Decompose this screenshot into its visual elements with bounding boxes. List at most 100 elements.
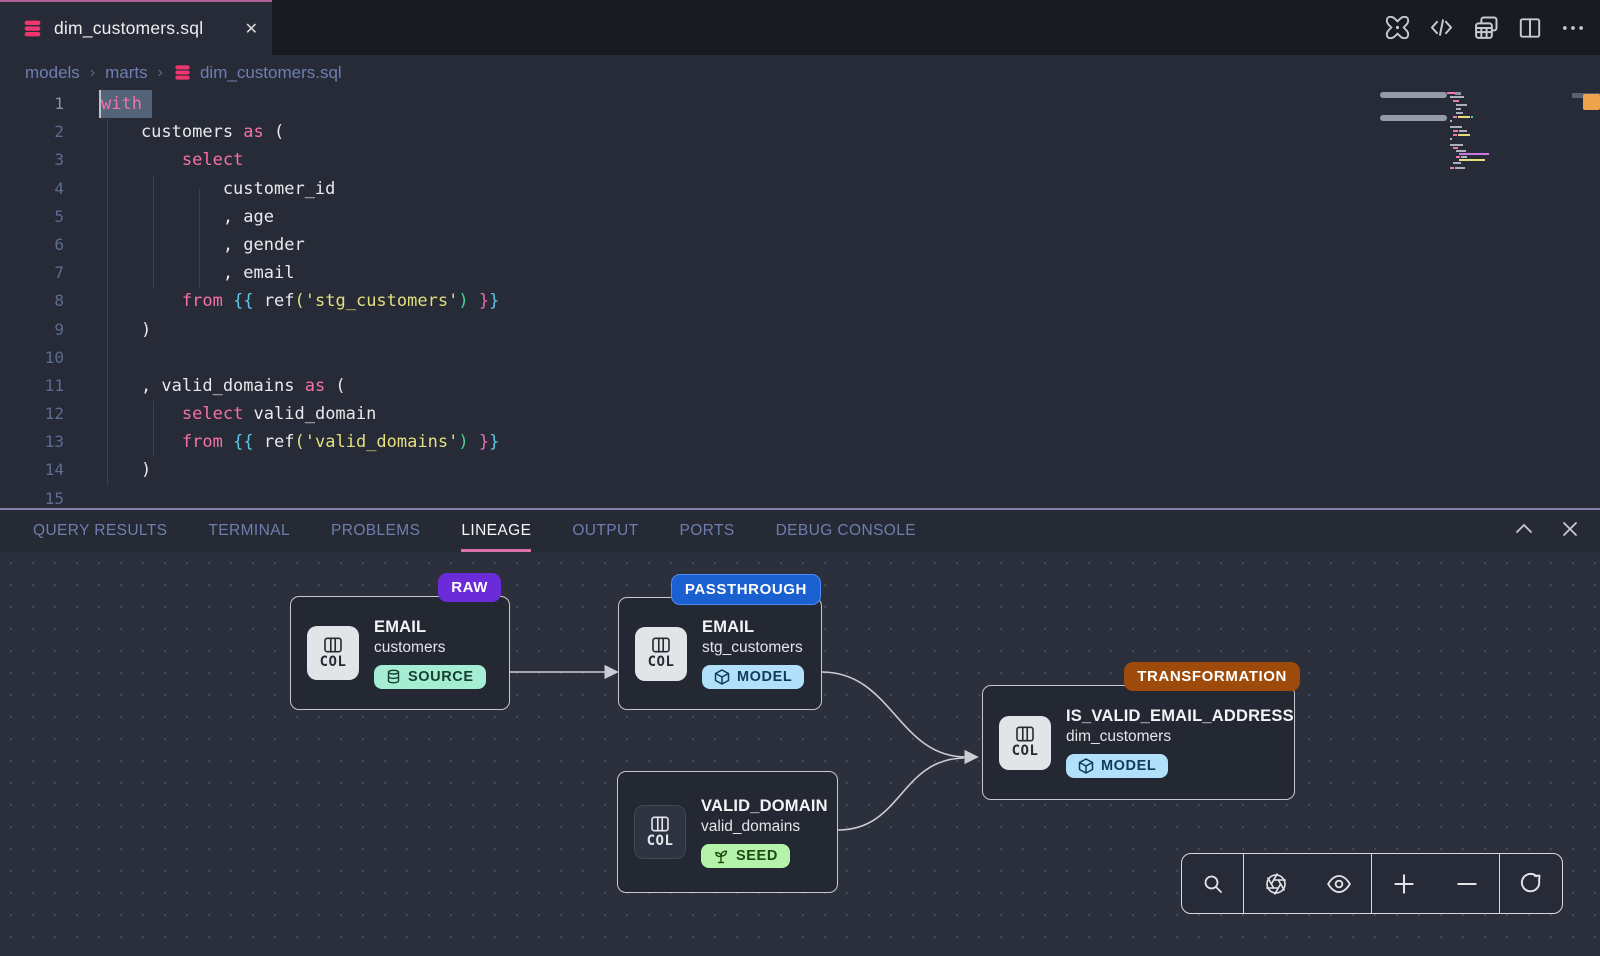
lineage-canvas[interactable]: RAW COL EMAIL customers SOURCE PASSTHROU… [0, 552, 1600, 956]
col-label: COL [648, 654, 675, 670]
node-title: EMAIL [702, 618, 804, 637]
search-icon [1201, 872, 1225, 896]
code-line: 13 from {{ ref('valid_domains') }} [0, 428, 1600, 456]
indent-guide [153, 175, 154, 288]
node-title: IS_VALID_EMAIL_ADDRESS [1066, 707, 1294, 726]
code-line: 1with [0, 90, 1600, 118]
lineage-node-stg-customers[interactable]: PASSTHROUGH COL EMAIL stg_customers MODE… [618, 597, 822, 710]
breadcrumb-file[interactable]: dim_customers.sql [173, 63, 342, 83]
code-line: 6 , gender [0, 231, 1600, 259]
node-title: EMAIL [374, 618, 486, 637]
column-chip: COL [999, 716, 1051, 770]
columns-icon [1015, 726, 1035, 742]
zoom-out-button[interactable] [1436, 854, 1500, 913]
lineage-badge-transformation: TRANSFORMATION [1124, 662, 1300, 691]
model-pill: MODEL [1066, 754, 1168, 778]
line-number: 5 [0, 203, 64, 231]
column-chip: COL [307, 626, 359, 680]
code-line: 14 ) [0, 456, 1600, 484]
database-icon [22, 18, 43, 39]
editor-actions [1384, 0, 1586, 55]
node-subtitle: stg_customers [702, 639, 804, 657]
dbt-logo-icon[interactable] [1384, 14, 1411, 41]
column-chip: COL [634, 805, 686, 859]
line-number: 9 [0, 316, 64, 344]
breadcrumb-file-label: dim_customers.sql [200, 63, 342, 83]
line-number: 12 [0, 400, 64, 428]
code-line: 15 [0, 485, 1600, 508]
code-line: 2 customers as ( [0, 118, 1600, 146]
col-label: COL [647, 833, 674, 849]
copy-table-icon[interactable] [1472, 14, 1500, 42]
node-title: VALID_DOMAIN [701, 797, 828, 816]
lineage-node-valid-domains[interactable]: COL VALID_DOMAIN valid_domains SEED [617, 771, 838, 893]
panel-tabs: QUERY RESULTS TERMINAL PROBLEMS LINEAGE OUTP… [33, 510, 916, 552]
breadcrumb-models[interactable]: models [25, 63, 80, 83]
seed-pill: SEED [701, 844, 790, 868]
code-line: 10 [0, 344, 1600, 372]
close-tab-icon[interactable]: ✕ [245, 19, 258, 39]
indent-guide [199, 189, 200, 288]
code-editor[interactable]: 1with2 customers as (3 select4 customer_… [0, 90, 1600, 508]
panel-tab-terminal[interactable]: TERMINAL [208, 510, 290, 552]
refresh-button[interactable] [1500, 854, 1562, 913]
pill-label: MODEL [1101, 758, 1156, 774]
breadcrumb-separator: › [158, 64, 163, 82]
model-pill: MODEL [702, 665, 804, 689]
columns-icon [651, 637, 671, 653]
minus-icon [1454, 871, 1480, 897]
line-number: 10 [0, 344, 64, 372]
tab-dim-customers-sql[interactable]: dim_customers.sql ✕ [0, 0, 272, 55]
close-icon[interactable] [1558, 517, 1582, 546]
indent-guide [107, 119, 108, 485]
column-chip: COL [635, 627, 687, 681]
aperture-button[interactable] [1244, 854, 1308, 913]
cube-icon [714, 669, 730, 685]
panel-tab-lineage[interactable]: LINEAGE [461, 510, 531, 552]
line-number: 6 [0, 231, 64, 259]
refresh-icon [1518, 871, 1544, 897]
minimap-decoration [1380, 92, 1447, 98]
breadcrumb: models › marts › dim_customers.sql [0, 55, 1600, 90]
line-number: 4 [0, 175, 64, 203]
line-number: 3 [0, 146, 64, 174]
code-icon[interactable] [1428, 14, 1455, 41]
line-number: 11 [0, 372, 64, 400]
panel-tab-problems[interactable]: PROBLEMS [331, 510, 420, 552]
panel-tab-debug-console[interactable]: DEBUG CONSOLE [776, 510, 916, 552]
lineage-node-customers[interactable]: RAW COL EMAIL customers SOURCE [290, 596, 510, 710]
panel-tab-output[interactable]: OUTPUT [572, 510, 638, 552]
plus-icon [1391, 871, 1417, 897]
line-number: 8 [0, 287, 64, 315]
line-number: 15 [0, 485, 64, 508]
scrollbar-selection-marker [1583, 94, 1600, 110]
tab-label: dim_customers.sql [54, 18, 203, 39]
lineage-badge-raw: RAW [438, 573, 501, 602]
breadcrumb-marts[interactable]: marts [105, 63, 148, 83]
panel-tab-query-results[interactable]: QUERY RESULTS [33, 510, 167, 552]
search-button[interactable] [1182, 854, 1243, 913]
lineage-node-dim-customers[interactable]: TRANSFORMATION COL IS_VALID_EMAIL_ADDRES… [982, 685, 1295, 800]
code-line: 4 customer_id [0, 175, 1600, 203]
col-label: COL [1012, 743, 1039, 759]
node-subtitle: valid_domains [701, 818, 828, 836]
col-label: COL [320, 654, 347, 670]
line-number: 2 [0, 118, 64, 146]
panel-tab-ports[interactable]: PORTS [679, 510, 734, 552]
eye-icon [1326, 871, 1352, 897]
panel-header: QUERY RESULTS TERMINAL PROBLEMS LINEAGE OUTP… [0, 510, 1600, 552]
node-subtitle: customers [374, 639, 486, 657]
minimap[interactable] [1447, 92, 1547, 172]
editor-tab-bar: dim_customers.sql ✕ [0, 0, 1600, 55]
more-actions-icon[interactable] [1560, 15, 1586, 41]
zoom-in-button[interactable] [1372, 854, 1436, 913]
cube-icon [1078, 758, 1094, 774]
split-editor-icon[interactable] [1517, 15, 1543, 41]
breadcrumb-separator: › [90, 64, 95, 82]
code-line: 9 ) [0, 316, 1600, 344]
pill-label: MODEL [737, 669, 792, 685]
line-number: 1 [0, 90, 64, 118]
chevron-up-icon[interactable] [1512, 517, 1536, 546]
code-line: 7 , email [0, 259, 1600, 287]
visibility-button[interactable] [1308, 854, 1372, 913]
